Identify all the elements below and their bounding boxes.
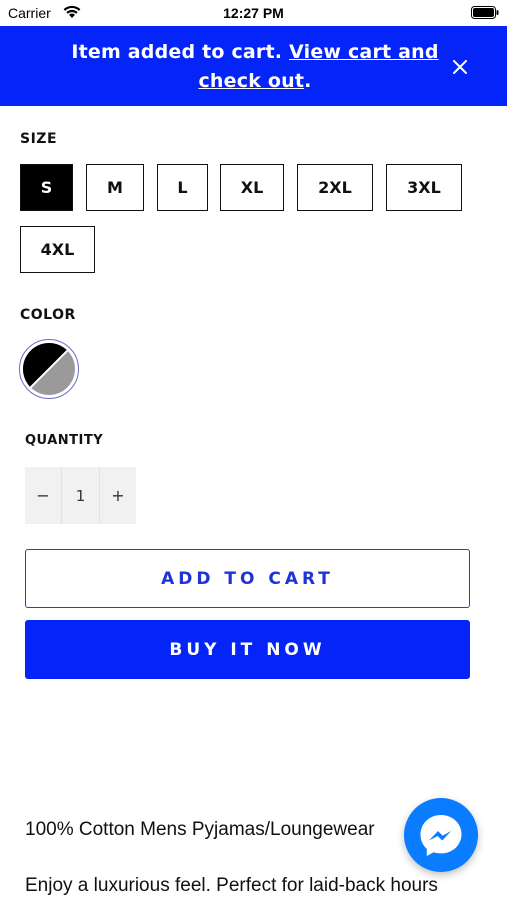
size-option-l[interactable]: L	[157, 164, 208, 211]
view-cart-link[interactable]: View cart and	[289, 41, 439, 63]
size-option-s[interactable]: S	[20, 164, 73, 211]
size-label: SIZE	[20, 131, 58, 147]
product-description-line: Enjoy a luxurious feel. Perfect for laid…	[25, 875, 438, 896]
quantity-input[interactable]: 1	[62, 467, 99, 524]
size-option-label: XL	[240, 178, 264, 197]
quantity-decrease-button[interactable]: −	[25, 467, 61, 524]
quantity-stepper: − 1 +	[25, 467, 136, 524]
messenger-icon	[420, 815, 462, 856]
banner-message: Item added to cart. View cart and check o…	[60, 38, 450, 96]
battery-icon	[471, 6, 499, 19]
close-icon	[453, 60, 467, 74]
size-option-m[interactable]: M	[86, 164, 144, 211]
size-option-label: S	[40, 178, 53, 197]
add-to-cart-button[interactable]: ADD TO CART	[25, 549, 470, 608]
size-option-label: 3XL	[407, 178, 441, 197]
size-option-label: L	[177, 178, 188, 197]
size-option-3xl[interactable]: 3XL	[386, 164, 462, 211]
size-option-4xl[interactable]: 4XL	[20, 226, 95, 273]
clock: 12:27 PM	[223, 5, 284, 21]
quantity-increase-button[interactable]: +	[100, 467, 136, 524]
banner-text: Item added to cart.	[71, 41, 290, 63]
size-option-label: M	[107, 178, 123, 197]
size-option-label: 4XL	[40, 240, 75, 259]
quantity-label: QUANTITY	[25, 433, 104, 448]
status-bar: Carrier 12:27 PM	[0, 0, 507, 26]
added-to-cart-banner: Item added to cart. View cart and check o…	[0, 26, 507, 106]
buy-now-button[interactable]: BUY IT NOW	[25, 620, 470, 679]
size-option-xl[interactable]: XL	[220, 164, 284, 211]
banner-suffix: .	[304, 70, 312, 92]
messenger-chat-button[interactable]	[404, 798, 478, 872]
banner-close-button[interactable]	[450, 57, 470, 77]
checkout-link[interactable]: check out	[198, 70, 304, 92]
color-swatch-fill	[22, 342, 75, 395]
product-description-line: 100% Cotton Mens Pyjamas/Loungewear	[25, 819, 375, 840]
color-swatch[interactable]	[19, 339, 79, 399]
size-option-label: 2XL	[318, 178, 352, 197]
color-label: COLOR	[20, 307, 76, 323]
size-option-2xl[interactable]: 2XL	[297, 164, 373, 211]
